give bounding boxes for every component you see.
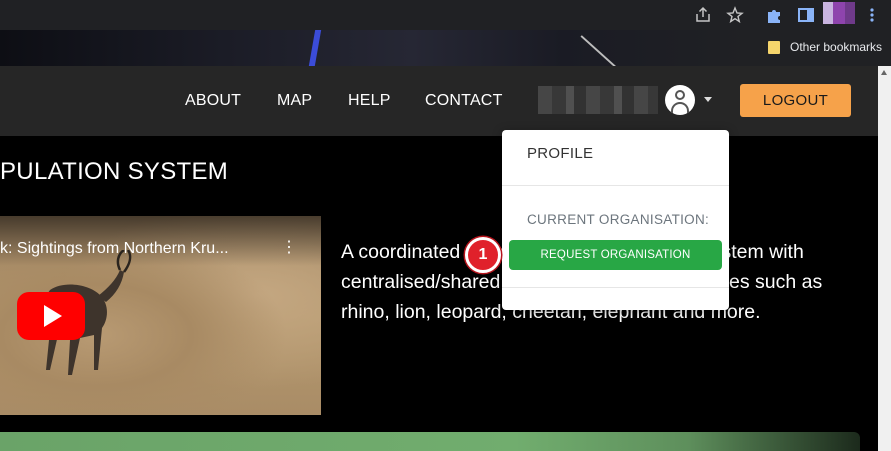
dropdown-divider [502, 287, 729, 288]
share-icon[interactable] [693, 5, 713, 25]
menu-icon[interactable] [862, 5, 882, 25]
dropdown-divider [502, 185, 729, 186]
extension-icon[interactable] [764, 5, 784, 25]
step-number-badge: 1 [465, 237, 501, 273]
browser-toolbar [0, 0, 891, 30]
dropdown-item-profile[interactable]: PROFILE [527, 145, 593, 162]
green-banner [0, 432, 860, 451]
nav-map[interactable]: MAP [277, 92, 312, 110]
user-avatar-icon[interactable] [665, 85, 695, 115]
scrollbar[interactable] [878, 66, 891, 451]
hero-image-strip [0, 30, 750, 66]
page-title: PULATION SYSTEM [0, 158, 229, 185]
request-organisation-button[interactable]: REQUEST ORGANISATION [509, 240, 722, 270]
logout-button[interactable]: LOGOUT [740, 84, 851, 117]
folder-icon [768, 41, 780, 54]
profile-avatar-icon[interactable] [823, 2, 855, 24]
more-vertical-icon[interactable]: ⋮ [281, 240, 297, 256]
video-title[interactable]: k: Sightings from Northern Kru... [0, 240, 229, 258]
current-organisation-label: CURRENT ORGANISATION: [527, 212, 710, 227]
star-icon[interactable] [725, 5, 745, 25]
username-redacted [538, 86, 658, 114]
sidepanel-icon[interactable] [796, 5, 816, 25]
nav-contact[interactable]: CONTACT [425, 92, 503, 110]
chevron-down-icon[interactable] [704, 97, 712, 102]
nav-about[interactable]: ABOUT [185, 92, 241, 110]
play-icon [44, 305, 62, 327]
other-bookmarks-link[interactable]: Other bookmarks [790, 40, 882, 54]
nav-help[interactable]: HELP [348, 92, 391, 110]
scroll-up-icon[interactable] [881, 70, 887, 75]
